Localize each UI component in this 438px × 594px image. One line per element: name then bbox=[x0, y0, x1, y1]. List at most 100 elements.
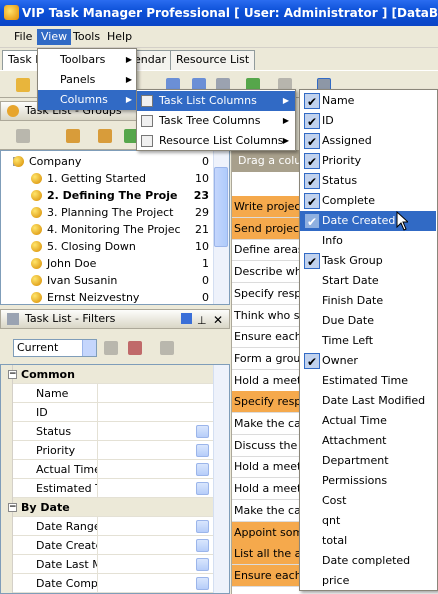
filter-value[interactable] bbox=[99, 555, 213, 574]
column-toggle-item[interactable]: Estimated Time bbox=[300, 371, 436, 391]
chevron-down-icon[interactable] bbox=[196, 444, 209, 457]
menu-help[interactable]: Help bbox=[103, 29, 136, 45]
menu-file[interactable]: File bbox=[10, 29, 36, 45]
chevron-down-icon[interactable] bbox=[196, 577, 209, 590]
column-toggle-item[interactable]: Date completed bbox=[300, 551, 436, 571]
close-icon[interactable]: ✕ bbox=[213, 311, 223, 329]
add-group-icon[interactable] bbox=[66, 129, 80, 143]
group-node-icon bbox=[31, 258, 42, 269]
checkbox-empty bbox=[304, 513, 320, 529]
chevron-down-icon[interactable] bbox=[196, 425, 209, 438]
filter-row[interactable]: Date Create bbox=[1, 536, 213, 555]
filter-value[interactable] bbox=[99, 441, 213, 460]
chevron-down-icon[interactable] bbox=[196, 482, 209, 495]
groups-scrollbar-thumb[interactable] bbox=[214, 167, 228, 247]
columns-menu-item[interactable]: Resource List Columns ▶ bbox=[137, 131, 295, 151]
filter-row[interactable]: Priority bbox=[1, 441, 213, 460]
column-toggle-item[interactable]: Department bbox=[300, 451, 436, 471]
filter-value[interactable] bbox=[99, 574, 213, 593]
column-toggle-item[interactable]: ✔ Task Group bbox=[300, 251, 436, 271]
view-menu-item[interactable]: Columns ▶ bbox=[38, 90, 138, 110]
filter-value[interactable] bbox=[99, 479, 213, 498]
tree-item[interactable]: −Company0 bbox=[1, 153, 213, 170]
filter-value[interactable] bbox=[99, 422, 213, 441]
filter-value[interactable] bbox=[99, 384, 213, 403]
column-toggle-item[interactable]: ✔ Name bbox=[300, 91, 436, 111]
tree-item-label: Ivan Susanin bbox=[47, 274, 118, 287]
filters-scrollbar[interactable] bbox=[213, 365, 229, 593]
column-toggle-item[interactable]: Info bbox=[300, 231, 436, 251]
view-menu-item[interactable]: Toolbars ▶ bbox=[38, 50, 138, 70]
columns-menu-item[interactable]: Task Tree Columns ▶ bbox=[137, 111, 295, 131]
chevron-down-icon[interactable] bbox=[196, 520, 209, 533]
tab-resource-list[interactable]: Resource List bbox=[170, 50, 256, 70]
filter-row[interactable]: Estimated Ti bbox=[1, 479, 213, 498]
filter-preset-select[interactable]: Current bbox=[13, 339, 97, 357]
collapse-icon[interactable]: − bbox=[8, 503, 17, 512]
column-toggle-item[interactable]: Date Last Modified bbox=[300, 391, 436, 411]
column-toggle-item[interactable]: ✔ Complete bbox=[300, 191, 436, 211]
column-toggle-item[interactable]: ✔ Date Created bbox=[300, 211, 436, 231]
filter-value[interactable] bbox=[99, 460, 213, 479]
filter-value[interactable] bbox=[99, 403, 213, 422]
column-toggle-item[interactable]: Actual Time bbox=[300, 411, 436, 431]
filter-row[interactable]: Status bbox=[1, 422, 213, 441]
menu-tools[interactable]: Tools bbox=[69, 29, 104, 45]
column-toggle-item[interactable]: total bbox=[300, 531, 436, 551]
tree-item-label: Ernst Neizvestny bbox=[47, 291, 140, 304]
column-toggle-item[interactable]: Due Date bbox=[300, 311, 436, 331]
collapse-icon[interactable]: − bbox=[8, 370, 17, 379]
tree-item[interactable]: Ernst Neizvestny 0 bbox=[1, 289, 213, 304]
chevron-down-icon[interactable] bbox=[196, 463, 209, 476]
filter-category[interactable]: − By Date bbox=[1, 498, 213, 517]
filter-row[interactable]: Date Range bbox=[1, 517, 213, 536]
column-toggle-item[interactable]: Permissions bbox=[300, 471, 436, 491]
tree-item[interactable]: 5. Closing Down 10 bbox=[1, 238, 213, 255]
tree-item[interactable]: 4. Monitoring The Projec 21 bbox=[1, 221, 213, 238]
funnel-edit-icon[interactable] bbox=[128, 341, 142, 355]
tree-item[interactable]: 3. Planning The Project 29 bbox=[1, 204, 213, 221]
pin-icon[interactable]: ⊥ bbox=[197, 312, 207, 330]
filter-row[interactable]: Name bbox=[1, 384, 213, 403]
column-toggle-item[interactable]: Attachment bbox=[300, 431, 436, 451]
tree-item[interactable]: 2. Defining The Proje 23 bbox=[1, 187, 213, 204]
filter-row[interactable]: Actual Time bbox=[1, 460, 213, 479]
group-icon-2[interactable] bbox=[98, 129, 112, 143]
column-toggle-item[interactable]: Finish Date bbox=[300, 291, 436, 311]
funnel-clear-icon[interactable] bbox=[160, 341, 174, 355]
toolbar-icon-1[interactable] bbox=[16, 78, 30, 92]
columns-icon bbox=[141, 115, 153, 127]
column-label: Date completed bbox=[322, 554, 411, 567]
filter-value[interactable] bbox=[99, 517, 213, 536]
column-toggle-item[interactable]: price bbox=[300, 571, 436, 591]
column-toggle-item[interactable]: ✔ Owner bbox=[300, 351, 436, 371]
filter-value[interactable] bbox=[99, 536, 213, 555]
filter-category[interactable]: − Common bbox=[1, 365, 213, 384]
chevron-down-icon[interactable] bbox=[196, 539, 209, 552]
groups-scrollbar[interactable] bbox=[213, 151, 229, 304]
chevron-down-icon[interactable] bbox=[82, 340, 96, 356]
filter-row[interactable]: ID bbox=[1, 403, 213, 422]
panel-menu-icon[interactable] bbox=[181, 313, 192, 324]
column-toggle-item[interactable]: Time Left bbox=[300, 331, 436, 351]
filter-row[interactable]: Date Compl bbox=[1, 574, 213, 593]
funnel-icon[interactable] bbox=[104, 341, 118, 355]
column-toggle-item[interactable]: Cost bbox=[300, 491, 436, 511]
column-toggle-item[interactable]: ✔ Status bbox=[300, 171, 436, 191]
chevron-down-icon[interactable] bbox=[196, 558, 209, 571]
menu-view[interactable]: View bbox=[37, 29, 72, 45]
column-toggle-item[interactable]: ✔ ID bbox=[300, 111, 436, 131]
tree-item[interactable]: 1. Getting Started 10 bbox=[1, 170, 213, 187]
tree-item[interactable]: John Doe 1 bbox=[1, 255, 213, 272]
view-menu-item[interactable]: Panels ▶ bbox=[38, 70, 138, 90]
tree-item[interactable]: Ivan Susanin 0 bbox=[1, 272, 213, 289]
filter-icon[interactable] bbox=[16, 129, 30, 143]
column-toggle-item[interactable]: qnt bbox=[300, 511, 436, 531]
column-label: Finish Date bbox=[322, 294, 384, 307]
columns-menu-item[interactable]: Task List Columns ▶ bbox=[137, 91, 295, 111]
column-toggle-item[interactable]: Start Date bbox=[300, 271, 436, 291]
filter-row[interactable]: Date Last M bbox=[1, 555, 213, 574]
column-toggle-item[interactable]: ✔ Priority bbox=[300, 151, 436, 171]
filter-field-name: Estimated Ti bbox=[36, 479, 98, 498]
column-toggle-item[interactable]: ✔ Assigned bbox=[300, 131, 436, 151]
